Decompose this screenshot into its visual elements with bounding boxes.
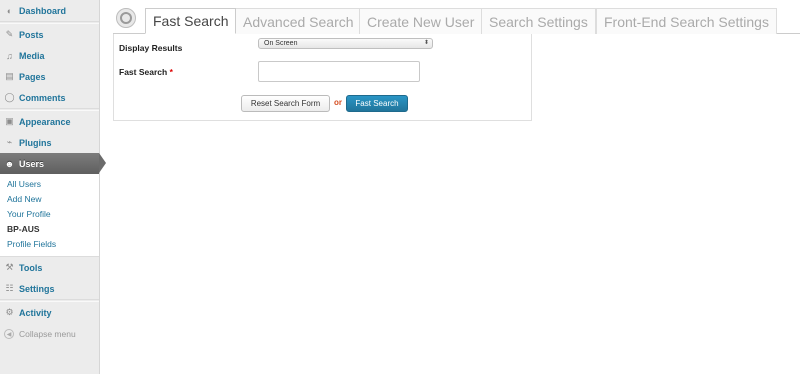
media-icon: ♫ — [6, 50, 13, 61]
fast-search-input[interactable] — [258, 61, 420, 82]
reset-search-form-button[interactable]: Reset Search Form — [241, 95, 330, 112]
select-arrows-icon: ⬍ — [423, 40, 429, 46]
collapse-label: Collapse menu — [19, 329, 76, 339]
tools-icon: ⚒ — [5, 262, 14, 272]
settings-icon: ☷ — [5, 283, 14, 293]
menu-label: Comments — [19, 92, 66, 103]
submenu-profile-fields[interactable]: Profile Fields — [0, 237, 99, 252]
menu-item-settings[interactable]: ☷ Settings — [0, 278, 99, 299]
fast-search-button[interactable]: Fast Search — [346, 95, 408, 112]
menu-label: Tools — [19, 262, 43, 273]
menu-item-comments[interactable]: ◯ Comments — [0, 87, 99, 108]
dashboard-icon: ◐ — [6, 5, 13, 16]
menu-item-users[interactable]: ☻ Users — [0, 153, 106, 174]
menu-label: Activity — [19, 307, 52, 318]
users-icon: ☻ — [4, 158, 15, 169]
menu-item-dashboard[interactable]: ◐ Dashboard — [0, 0, 99, 21]
tab-bar: Fast Search Advanced Search Create New U… — [113, 4, 800, 34]
submenu-add-new[interactable]: Add New — [0, 192, 99, 207]
menu-item-media[interactable]: ♫ Media — [0, 45, 99, 66]
fast-search-form: Display Results On Screen ⬍ Fast Search … — [113, 34, 532, 121]
menu-label: Settings — [19, 283, 55, 294]
plugins-icon: ⌁ — [6, 137, 13, 147]
menu-label: Plugins — [19, 137, 52, 148]
menu-label: Media — [19, 50, 45, 61]
activity-icon: ⚙ — [5, 307, 14, 317]
menu-item-appearance[interactable]: ▣ Appearance — [0, 111, 99, 132]
tab-search-settings[interactable]: Search Settings — [481, 8, 596, 34]
menu-item-plugins[interactable]: ⌁ Plugins — [0, 132, 99, 153]
menu-label: Dashboard — [19, 5, 67, 16]
collapse-arrow-icon: ◀ — [4, 329, 14, 339]
tab-create-new-user[interactable]: Create New User — [359, 8, 483, 34]
submenu-bp-aus[interactable]: BP-AUS — [0, 222, 99, 237]
submenu-your-profile[interactable]: Your Profile — [0, 207, 99, 222]
display-results-label: Display Results — [119, 43, 183, 53]
comments-icon: ◯ — [4, 92, 15, 102]
required-marker: * — [169, 67, 173, 77]
fast-search-label-text: Fast Search — [119, 67, 168, 77]
tab-front-end-search-settings[interactable]: Front-End Search Settings — [596, 8, 777, 34]
users-submenu: All Users Add New Your Profile BP-AUS Pr… — [0, 174, 99, 257]
menu-label: Pages — [19, 71, 46, 82]
display-results-value: On Screen — [264, 40, 298, 47]
tab-advanced-search[interactable]: Advanced Search — [235, 8, 362, 34]
submenu-all-users[interactable]: All Users — [0, 177, 99, 192]
admin-sidebar: ◐ Dashboard ✎ Posts ♫ Media ▤ Pages ◯ Co… — [0, 0, 106, 374]
collapse-menu-button[interactable]: ◀ Collapse menu — [0, 323, 99, 345]
appearance-icon: ▣ — [5, 116, 14, 126]
menu-item-tools[interactable]: ⚒ Tools — [0, 257, 99, 278]
fast-search-label: Fast Search * — [119, 67, 173, 77]
menu-label: Posts — [19, 29, 44, 40]
menu-item-activity[interactable]: ⚙ Activity — [0, 302, 99, 323]
pages-icon: ▤ — [5, 71, 14, 81]
menu-label: Appearance — [19, 116, 71, 127]
menu-item-posts[interactable]: ✎ Posts — [0, 24, 99, 45]
menu-item-pages[interactable]: ▤ Pages — [0, 66, 99, 87]
tab-fast-search[interactable]: Fast Search — [145, 8, 237, 34]
plugin-logo-icon — [116, 8, 136, 28]
or-separator: or — [334, 98, 342, 107]
display-results-select[interactable]: On Screen ⬍ — [258, 38, 433, 49]
menu-label: Users — [19, 158, 45, 169]
posts-icon: ✎ — [5, 29, 14, 39]
